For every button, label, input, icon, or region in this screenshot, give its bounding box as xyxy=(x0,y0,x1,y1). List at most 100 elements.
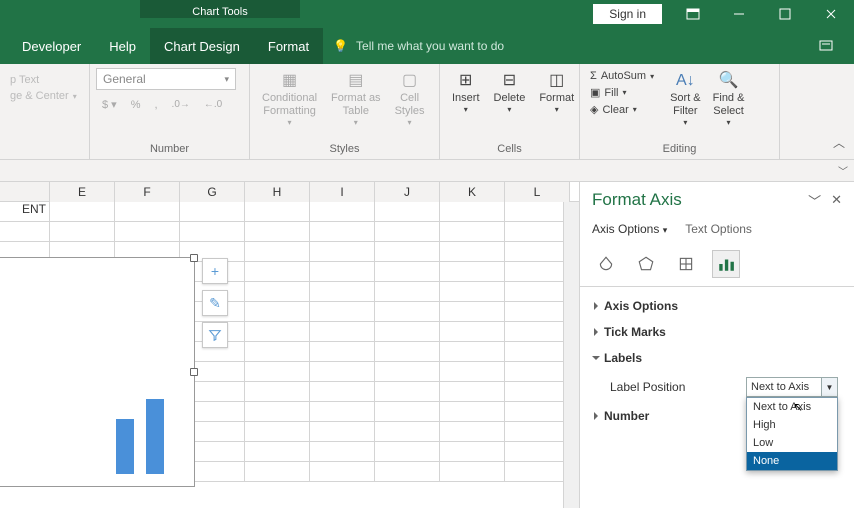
chart-elements-button[interactable]: + xyxy=(202,258,228,284)
sort-filter-icon: A↓ xyxy=(674,70,696,92)
axis-options-section[interactable]: Axis Options xyxy=(580,293,854,319)
chevron-right-icon xyxy=(594,328,598,336)
label-position-combo[interactable]: Next to Axis ▼ Next to Axis High Low Non… xyxy=(746,377,838,397)
currency-button[interactable]: $ ▾ xyxy=(96,96,123,113)
maximize-button[interactable] xyxy=(762,0,808,28)
clear-button[interactable]: ◈Clear ▾ xyxy=(586,101,658,118)
col-header[interactable]: H xyxy=(245,182,310,202)
wrap-text-button[interactable]: p Text xyxy=(6,72,83,88)
chevron-up-icon: ︿ xyxy=(833,134,845,151)
dropdown-option-next[interactable]: Next to Axis xyxy=(747,398,837,416)
sort-filter-button[interactable]: A↓ Sort & Filter▾ xyxy=(664,68,707,130)
fill-line-icon[interactable] xyxy=(592,250,620,278)
tell-me-search[interactable]: 💡 Tell me what you want to do xyxy=(333,39,504,53)
worksheet-grid[interactable]: E F G H I J K L ENT xyxy=(0,182,579,508)
share-icon xyxy=(818,37,834,53)
text-options-tab[interactable]: Text Options xyxy=(685,222,752,236)
insert-button[interactable]: ⊞ Insert▾ xyxy=(446,68,486,117)
cell[interactable]: ENT xyxy=(0,202,50,222)
format-icon: ◫ xyxy=(546,70,568,92)
group-label: Styles xyxy=(256,141,433,159)
number-format-combo[interactable]: General▾ xyxy=(96,68,236,90)
brush-icon: ✎ xyxy=(209,295,221,312)
labels-section[interactable]: Labels xyxy=(580,345,854,371)
autosum-button[interactable]: ΣAutoSum ▾ xyxy=(586,68,658,84)
conditional-formatting-button[interactable]: ▦ Conditional Formatting▾ xyxy=(256,68,323,130)
maximize-icon xyxy=(777,6,793,22)
lightbulb-icon: 💡 xyxy=(333,39,348,53)
tick-marks-section[interactable]: Tick Marks xyxy=(580,319,854,345)
share-button[interactable] xyxy=(818,37,834,56)
cell-styles-button[interactable]: ▢ Cell Styles▾ xyxy=(389,68,431,130)
col-header[interactable]: G xyxy=(180,182,245,202)
minimize-button[interactable] xyxy=(716,0,762,28)
size-properties-icon[interactable] xyxy=(672,250,700,278)
axis-options-tab[interactable]: Axis Options ▾ xyxy=(592,222,667,236)
label-position-dropdown: Next to Axis High Low None↖ xyxy=(746,397,838,471)
find-select-button[interactable]: 🔍 Find & Select▾ xyxy=(707,68,751,130)
expand-formula-icon[interactable]: ﹀ xyxy=(838,163,848,178)
chart-tools-label: Chart Tools xyxy=(140,0,300,18)
dec-decimal-button[interactable]: ←.0 xyxy=(198,97,228,112)
col-header[interactable]: I xyxy=(310,182,375,202)
dropdown-option-high[interactable]: High xyxy=(747,416,837,434)
dropdown-option-none[interactable]: None↖ xyxy=(747,452,837,470)
group-label: Number xyxy=(96,141,243,159)
axis-options-icon[interactable] xyxy=(712,250,740,278)
ribbon-tabs: Developer Help Chart Design Format 💡 Tel… xyxy=(0,28,854,64)
tab-help[interactable]: Help xyxy=(95,28,150,64)
group-label xyxy=(6,141,83,159)
chevron-down-icon: ▾ xyxy=(663,225,668,235)
chart-styles-button[interactable]: ✎ xyxy=(202,290,228,316)
chevron-down-icon: ▾ xyxy=(224,74,229,85)
vertical-scrollbar[interactable] xyxy=(563,202,579,508)
fill-button[interactable]: ▣Fill ▾ xyxy=(586,84,658,101)
sigma-icon: Σ xyxy=(590,70,597,82)
format-as-table-button[interactable]: ▤ Format as Table▾ xyxy=(325,68,387,130)
ribbon: p Text ge & Center ▾ General▾ $ ▾ % , .0… xyxy=(0,64,854,160)
ribbon-display-options[interactable] xyxy=(670,0,716,28)
col-header[interactable]: L xyxy=(505,182,570,202)
comma-button[interactable]: , xyxy=(148,97,163,113)
delete-button[interactable]: ⊟ Delete▾ xyxy=(488,68,532,117)
pane-options-button[interactable]: ﹀ xyxy=(808,191,821,210)
select-all[interactable] xyxy=(0,182,50,201)
col-header[interactable]: J xyxy=(375,182,440,202)
label-position-label: Label Position xyxy=(610,380,746,394)
sign-in-button[interactable]: Sign in xyxy=(593,4,662,24)
col-header[interactable]: F xyxy=(115,182,180,202)
tab-chart-design[interactable]: Chart Design xyxy=(150,28,254,64)
close-icon: ✕ xyxy=(831,192,842,207)
format-axis-pane: Format Axis ﹀ ✕ Axis Options ▾ Text Opti… xyxy=(579,182,854,508)
tab-developer[interactable]: Developer xyxy=(8,28,95,64)
delete-cells-icon: ⊟ xyxy=(498,70,520,92)
minimize-icon xyxy=(731,6,747,22)
chart-bar[interactable] xyxy=(116,419,134,474)
chart-filters-button[interactable] xyxy=(202,322,228,348)
chart-object[interactable]: + ✎ xyxy=(0,257,195,487)
dropdown-option-low[interactable]: Low xyxy=(747,434,837,452)
chart-bar[interactable] xyxy=(146,399,164,474)
formula-bar-strip: ﹀ xyxy=(0,160,854,182)
pane-close-button[interactable]: ✕ xyxy=(831,192,842,208)
chevron-down-icon xyxy=(592,356,600,360)
table-icon: ▤ xyxy=(345,70,367,92)
close-button[interactable] xyxy=(808,0,854,28)
plus-icon: + xyxy=(211,263,219,279)
inc-decimal-button[interactable]: .0→ xyxy=(166,97,196,112)
format-button[interactable]: ◫ Format▾ xyxy=(533,68,580,117)
close-icon xyxy=(823,6,839,22)
col-header[interactable]: K xyxy=(440,182,505,202)
cell-styles-icon: ▢ xyxy=(399,70,421,92)
collapse-ribbon-button[interactable]: ︿ xyxy=(824,64,854,159)
tab-format[interactable]: Format xyxy=(254,28,323,64)
col-header[interactable]: E xyxy=(50,182,115,202)
conditional-formatting-icon: ▦ xyxy=(279,70,301,92)
effects-icon[interactable] xyxy=(632,250,660,278)
percent-button[interactable]: % xyxy=(125,97,147,113)
merge-center-button[interactable]: ge & Center ▾ xyxy=(6,88,83,104)
chevron-right-icon xyxy=(594,302,598,310)
resize-handle[interactable] xyxy=(190,254,198,262)
resize-handle[interactable] xyxy=(190,368,198,376)
group-label: Editing xyxy=(586,141,773,159)
